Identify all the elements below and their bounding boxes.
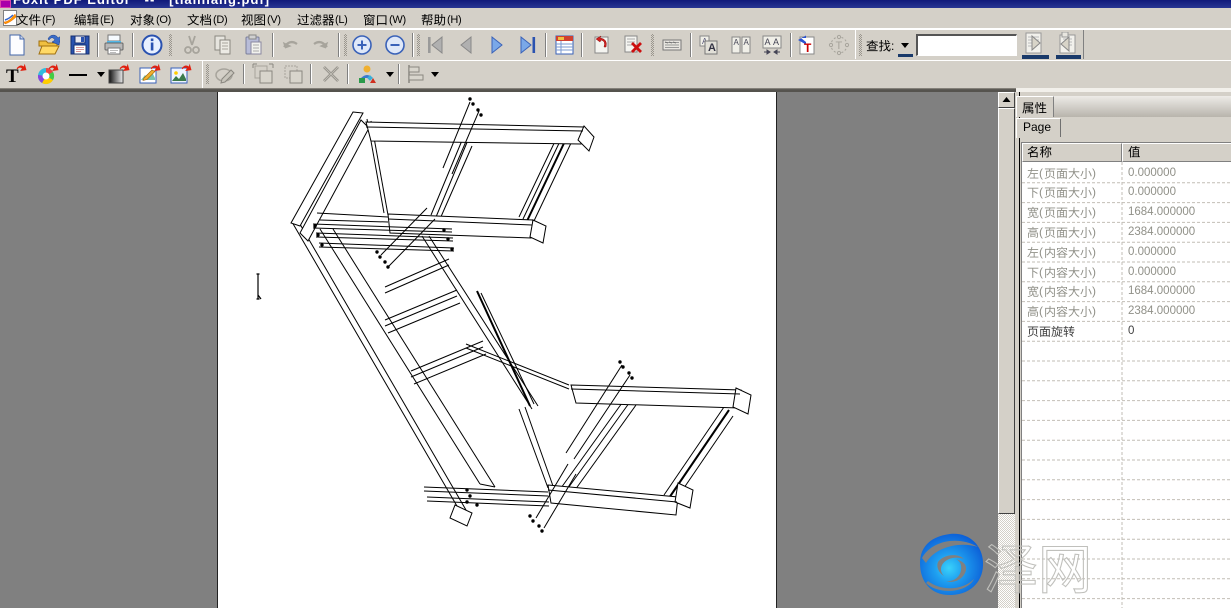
svg-text:A: A [765,37,771,47]
svg-text:A: A [708,42,716,54]
svg-text:T: T [804,41,812,55]
svg-text:T: T [836,40,843,52]
svg-text:A: A [734,38,740,47]
svg-text:T: T [6,66,19,86]
svg-text:A: A [773,37,779,47]
svg-text:A: A [744,38,750,47]
